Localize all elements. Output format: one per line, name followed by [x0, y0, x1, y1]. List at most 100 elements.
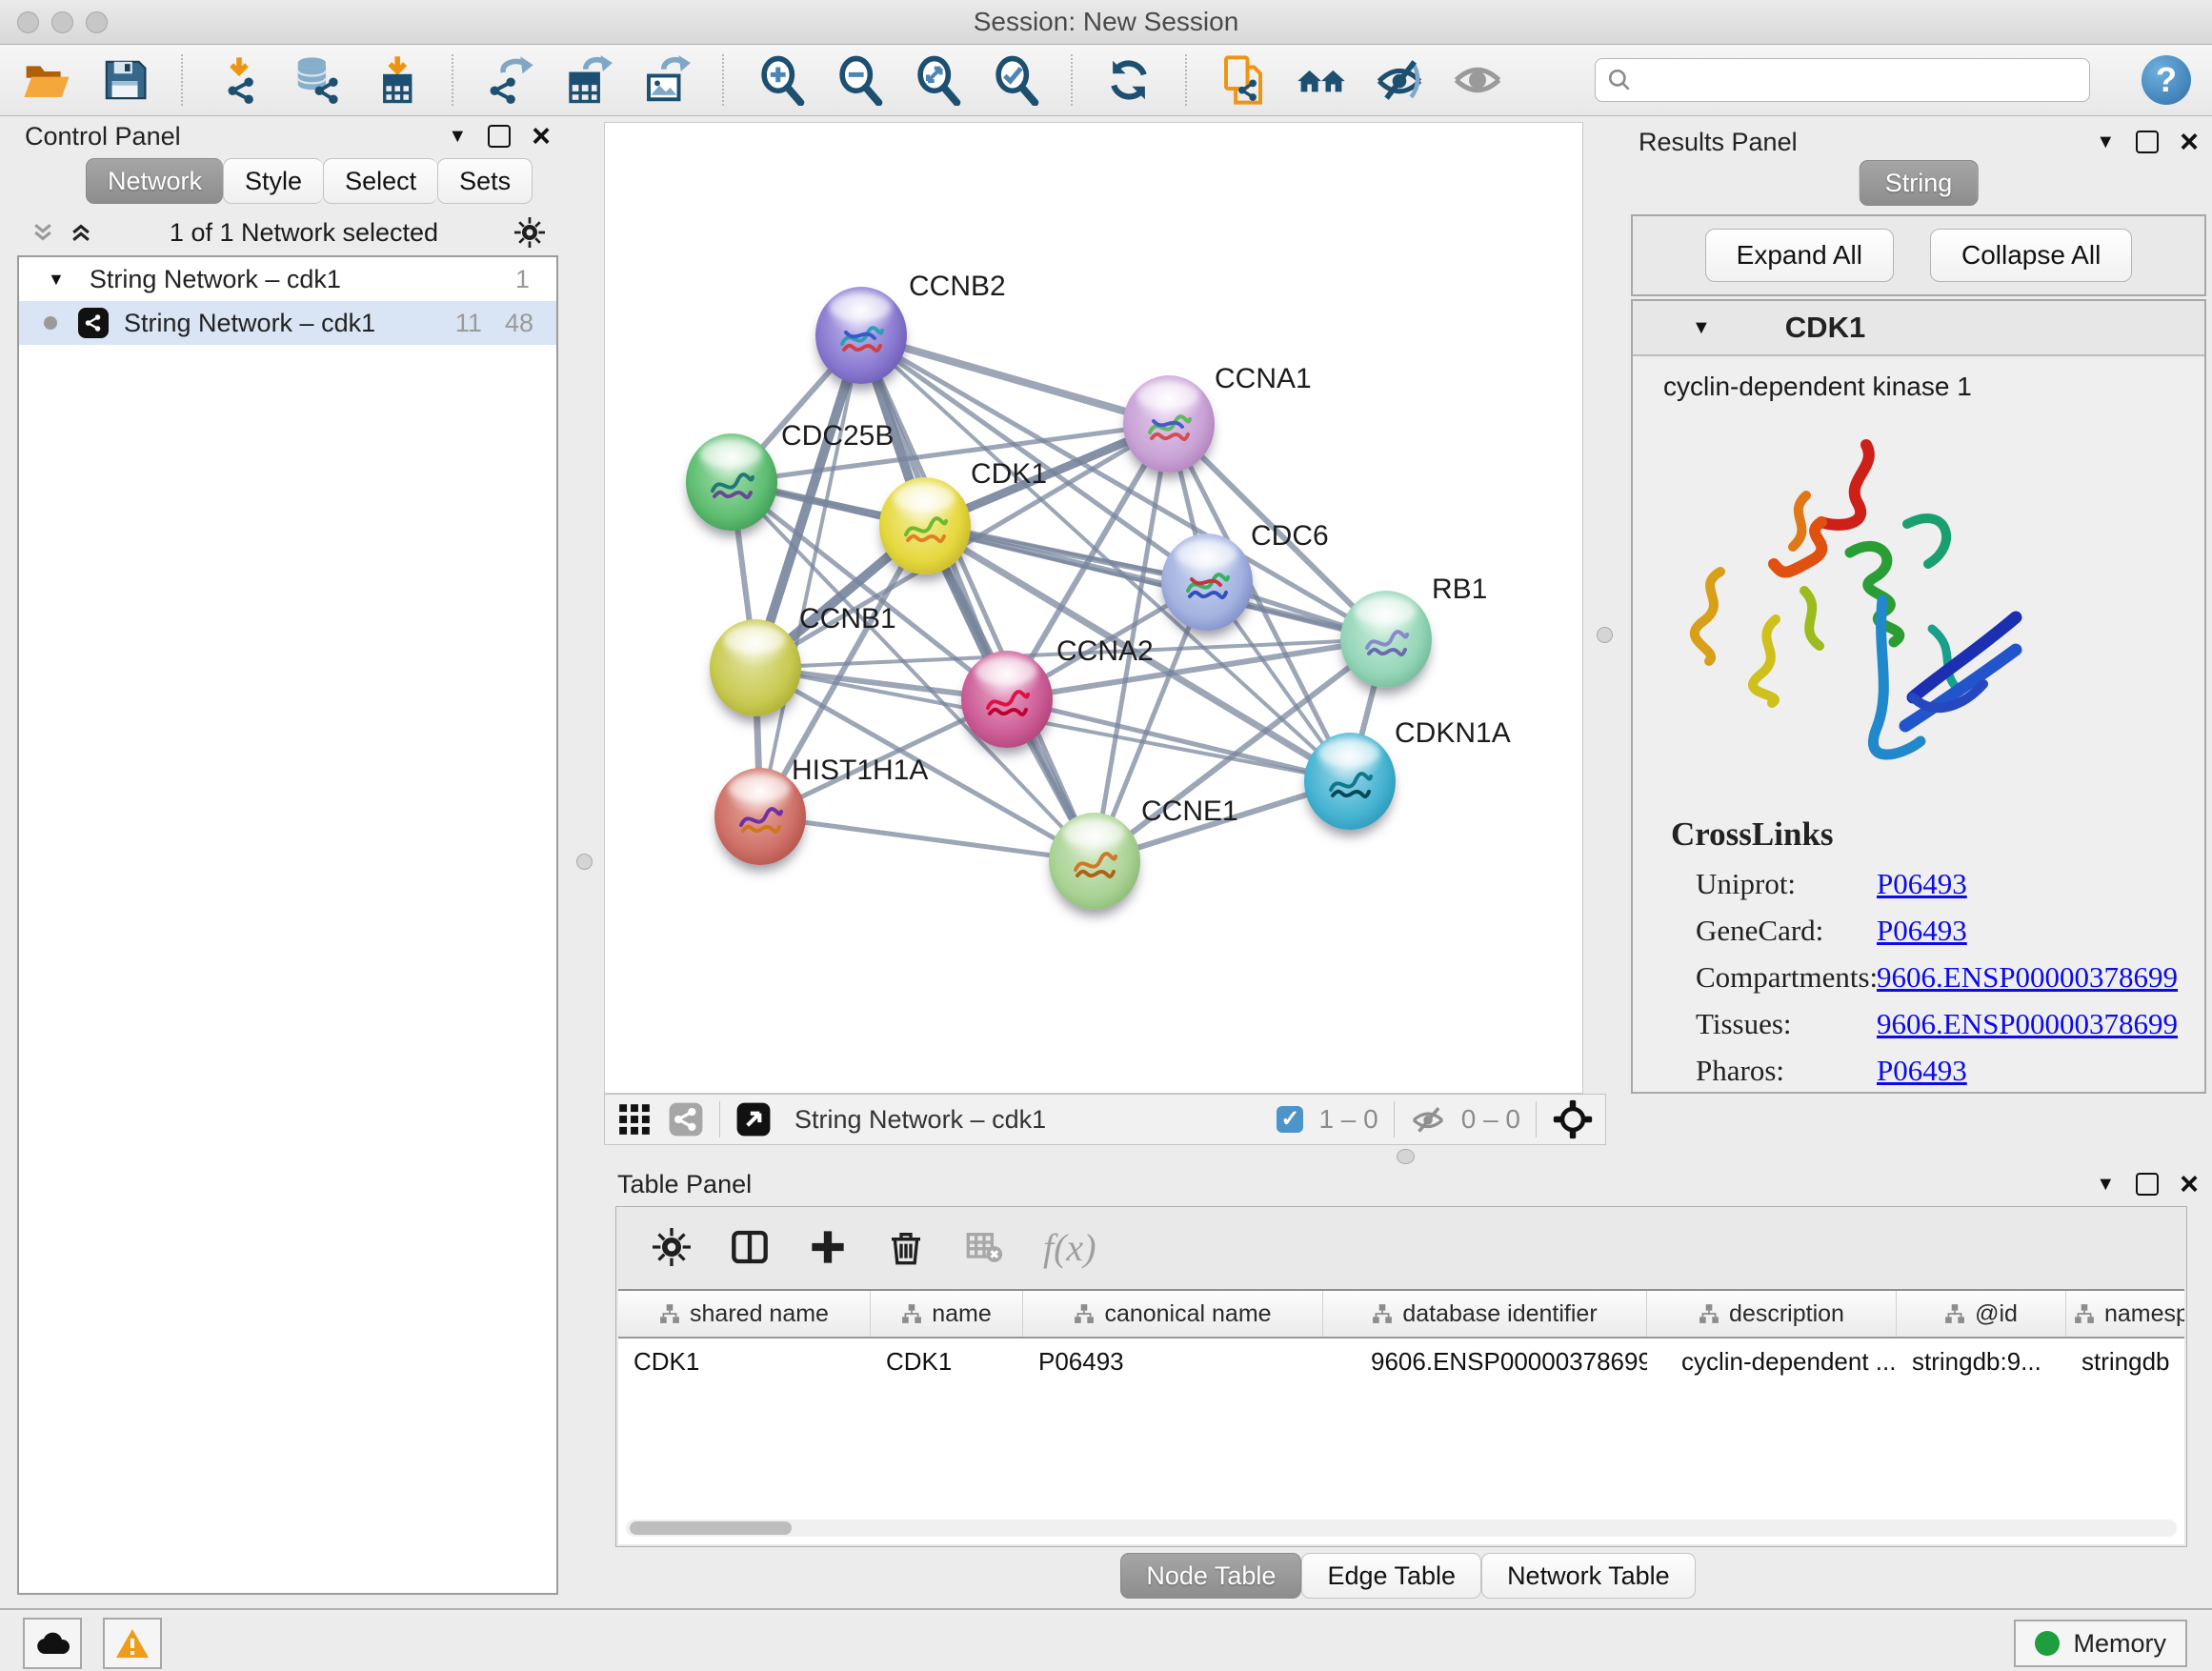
table-row[interactable]: CDK1 CDK1 P06493 9606.ENSP00000378699 cy…: [618, 1339, 2184, 1384]
pharos-link[interactable]: P06493: [1877, 1054, 1967, 1088]
uniprot-link[interactable]: P06493: [1877, 867, 1967, 901]
show-columns-icon[interactable]: [731, 1228, 769, 1266]
control-panel-close-icon[interactable]: ×: [532, 127, 551, 146]
tab-node-table[interactable]: Node Table: [1120, 1553, 1301, 1599]
expand-all-button[interactable]: Expand All: [1705, 229, 1894, 282]
column-header[interactable]: database identifier: [1323, 1291, 1647, 1337]
help-button[interactable]: ?: [2142, 55, 2191, 105]
expand-all-chevron-icon[interactable]: [69, 220, 93, 245]
section-collapse-icon[interactable]: ▼: [1692, 317, 1711, 339]
network-canvas[interactable]: CCNB2CCNA1CDC25BCDK1CDC6RB1CCNB1CCNA2CDK…: [604, 122, 1583, 1094]
network-collection-row[interactable]: ▼ String Network – cdk1 1: [19, 257, 556, 301]
column-header[interactable]: namespace: [2066, 1291, 2184, 1337]
export-image-icon[interactable]: [640, 54, 692, 106]
horizontal-splitter-handle[interactable]: [1397, 1149, 1415, 1164]
table-panel-float-icon[interactable]: [2136, 1173, 2159, 1196]
table-panel-close-icon[interactable]: ×: [2180, 1175, 2199, 1194]
selected-checkbox-icon[interactable]: ✓: [1277, 1106, 1303, 1133]
open-session-icon[interactable]: [21, 54, 72, 106]
hide-selection-eye-slash-icon[interactable]: [1374, 54, 1425, 106]
node-details-header[interactable]: ▼ CDK1: [1633, 301, 2204, 356]
protein-ribbon-thumbnail: [898, 502, 952, 555]
network-node-cdk1[interactable]: [879, 477, 971, 574]
results-panel-close-icon[interactable]: ×: [2180, 132, 2199, 151]
tab-sets[interactable]: Sets: [437, 158, 533, 204]
network-edge-count: 48: [505, 309, 533, 338]
hidden-eye-slash-icon: [1410, 1101, 1446, 1137]
tab-network-table[interactable]: Network Table: [1481, 1553, 1696, 1599]
results-panel-menu-icon[interactable]: ▼: [2096, 131, 2115, 153]
zoom-fit-icon[interactable]: [911, 54, 962, 106]
network-node-cdc25b[interactable]: [686, 433, 777, 531]
import-table-file-icon[interactable]: [370, 54, 421, 106]
zoom-in-icon[interactable]: [754, 54, 806, 106]
import-network-file-icon[interactable]: [213, 54, 265, 106]
crosslinks-title: CrossLinks: [1671, 815, 2178, 854]
table-panel-menu-icon[interactable]: ▼: [2096, 1174, 2115, 1196]
warnings-button[interactable]: [103, 1618, 162, 1669]
zoom-out-icon[interactable]: [833, 54, 884, 106]
column-header[interactable]: shared name: [618, 1291, 871, 1337]
grid-view-icon[interactable]: [616, 1101, 653, 1137]
collapse-all-chevron-icon[interactable]: [30, 220, 55, 245]
network-node-rb1[interactable]: [1340, 591, 1432, 688]
search-box[interactable]: [1595, 58, 2090, 102]
export-network-icon[interactable]: [484, 54, 535, 106]
control-panel-float-icon[interactable]: [488, 125, 511, 148]
network-overview-icon[interactable]: [668, 1101, 704, 1137]
tab-edge-table[interactable]: Edge Table: [1301, 1553, 1481, 1599]
scrollbar-thumb[interactable]: [630, 1521, 792, 1535]
genecard-link[interactable]: P06493: [1877, 914, 1967, 948]
column-header[interactable]: canonical name: [1023, 1291, 1323, 1337]
network-options-gear-icon[interactable]: [514, 217, 545, 248]
export-table-icon[interactable]: [562, 54, 613, 106]
network-row[interactable]: String Network – cdk1 11 48: [19, 301, 556, 345]
warning-icon: [114, 1627, 151, 1660]
import-network-database-icon[interactable]: [292, 54, 343, 106]
network-node-ccnb2[interactable]: [815, 287, 907, 384]
zoom-selected-icon[interactable]: [989, 54, 1040, 106]
network-node-ccna2[interactable]: [961, 651, 1053, 748]
collection-collapse-icon[interactable]: ▼: [48, 270, 65, 290]
node-details-card: ▼ CDK1 cyclin-dependent kinase 1 CrossLi…: [1631, 299, 2206, 1094]
compartments-link[interactable]: 9606.ENSP00000378699: [1877, 960, 2178, 995]
tab-string[interactable]: String: [1860, 160, 1979, 206]
crosslink-row: Tissues:9606.ENSP00000378699: [1671, 1007, 2178, 1041]
search-input[interactable]: [1641, 65, 2078, 96]
network-node-ccna1[interactable]: [1123, 375, 1215, 473]
collapse-all-button[interactable]: Collapse All: [1930, 229, 2132, 282]
network-node-ccnb1[interactable]: [710, 619, 801, 716]
birds-eye-view-icon[interactable]: [735, 1101, 772, 1137]
refresh-icon[interactable]: [1103, 54, 1155, 106]
network-status-bar: String Network – cdk1 ✓ 1 – 0 0 – 0: [604, 1094, 1606, 1145]
network-edge[interactable]: [760, 816, 1095, 861]
column-header[interactable]: description: [1647, 1291, 1897, 1337]
left-splitter-handle[interactable]: [576, 854, 593, 870]
horizontal-scrollbar[interactable]: [626, 1520, 2177, 1537]
control-panel-menu-icon[interactable]: ▼: [448, 126, 467, 148]
column-header[interactable]: name: [871, 1291, 1023, 1337]
tab-select[interactable]: Select: [323, 158, 437, 204]
network-node-cdkn1a[interactable]: [1304, 733, 1396, 830]
network-edge[interactable]: [760, 335, 861, 816]
tab-style[interactable]: Style: [223, 158, 323, 204]
toolbar-separator: [452, 54, 453, 106]
column-header[interactable]: @id: [1897, 1291, 2066, 1337]
table-options-gear-icon[interactable]: [653, 1228, 691, 1266]
tab-network[interactable]: Network: [86, 158, 223, 204]
show-all-eye-icon[interactable]: [1452, 54, 1503, 106]
save-session-icon[interactable]: [99, 54, 151, 106]
add-column-icon[interactable]: [809, 1228, 847, 1266]
network-from-clipboard-icon[interactable]: [1217, 54, 1269, 106]
protein-ribbon-thumbnail: [1359, 615, 1413, 669]
tissues-link[interactable]: 9606.ENSP00000378699: [1877, 1007, 2178, 1041]
right-splitter-handle[interactable]: [1597, 627, 1613, 643]
home-networks-icon[interactable]: [1296, 54, 1347, 106]
results-panel-float-icon[interactable]: [2136, 131, 2159, 153]
memory-button[interactable]: Memory: [2014, 1620, 2187, 1667]
network-node-cdc6[interactable]: [1161, 534, 1253, 631]
pan-crosshair-icon[interactable]: [1552, 1098, 1594, 1140]
cloud-button[interactable]: [23, 1618, 82, 1669]
network-node-ccne1[interactable]: [1049, 813, 1140, 910]
delete-column-trash-icon[interactable]: [887, 1228, 925, 1266]
